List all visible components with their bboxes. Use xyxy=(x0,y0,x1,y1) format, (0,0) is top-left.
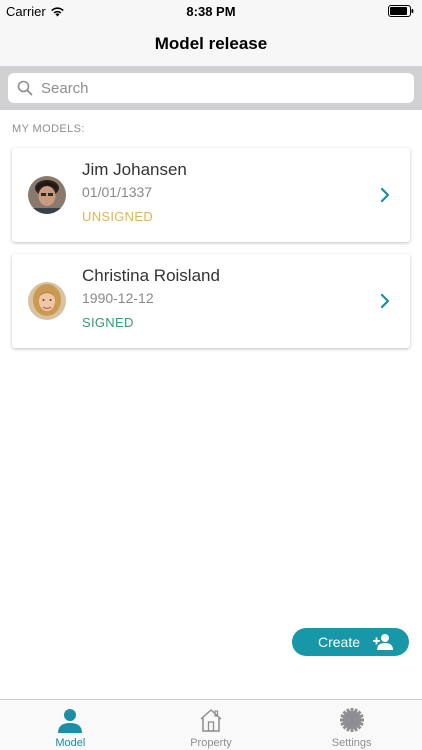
model-name: Christina Roisland xyxy=(82,266,220,285)
model-name: Jim Johansen xyxy=(82,160,187,179)
avatar xyxy=(28,282,66,320)
model-date: 01/01/1337 xyxy=(82,184,153,200)
search-input[interactable] xyxy=(41,79,401,97)
status-bar: Carrier 8:38 PM xyxy=(0,0,422,22)
search-icon xyxy=(17,80,33,96)
add-person-icon xyxy=(373,634,393,650)
tab-label: Settings xyxy=(331,737,372,749)
tab-bar: Model Property Settings xyxy=(0,699,422,750)
model-card[interactable]: Jim Johansen 01/01/1337 UNSIGNED xyxy=(12,148,410,242)
status-time: 8:38 PM xyxy=(186,4,236,19)
model-date: 1990-12-12 xyxy=(82,290,154,306)
tab-model[interactable]: Model xyxy=(0,700,141,750)
section-header: MY MODELS: xyxy=(12,123,85,135)
avatar-image xyxy=(28,176,66,214)
model-card[interactable]: Christina Roisland 1990-12-12 SIGNED xyxy=(12,254,410,348)
search-box[interactable] xyxy=(8,73,414,103)
avatar xyxy=(28,176,66,214)
gear-icon xyxy=(339,708,364,732)
status-badge: UNSIGNED xyxy=(82,209,154,224)
search-bar xyxy=(0,66,422,110)
status-badge: SIGNED xyxy=(82,315,134,330)
tab-label: Model xyxy=(55,737,86,749)
tab-property[interactable]: Property xyxy=(141,700,282,750)
tab-label: Property xyxy=(190,737,232,749)
chevron-right-icon xyxy=(380,293,390,309)
create-button-label: Create xyxy=(318,634,361,650)
battery-icon xyxy=(388,5,414,17)
app-screen: Carrier 8:38 PM Model release MY MODE xyxy=(0,0,422,750)
house-icon xyxy=(200,709,222,732)
person-icon xyxy=(58,709,83,733)
create-button[interactable]: Create xyxy=(292,628,409,656)
chevron-right-icon xyxy=(380,187,390,203)
avatar-image xyxy=(28,282,66,320)
page-title: Model release xyxy=(154,34,268,53)
tab-settings[interactable]: Settings xyxy=(281,700,422,750)
navigation-bar: Model release xyxy=(0,22,422,66)
